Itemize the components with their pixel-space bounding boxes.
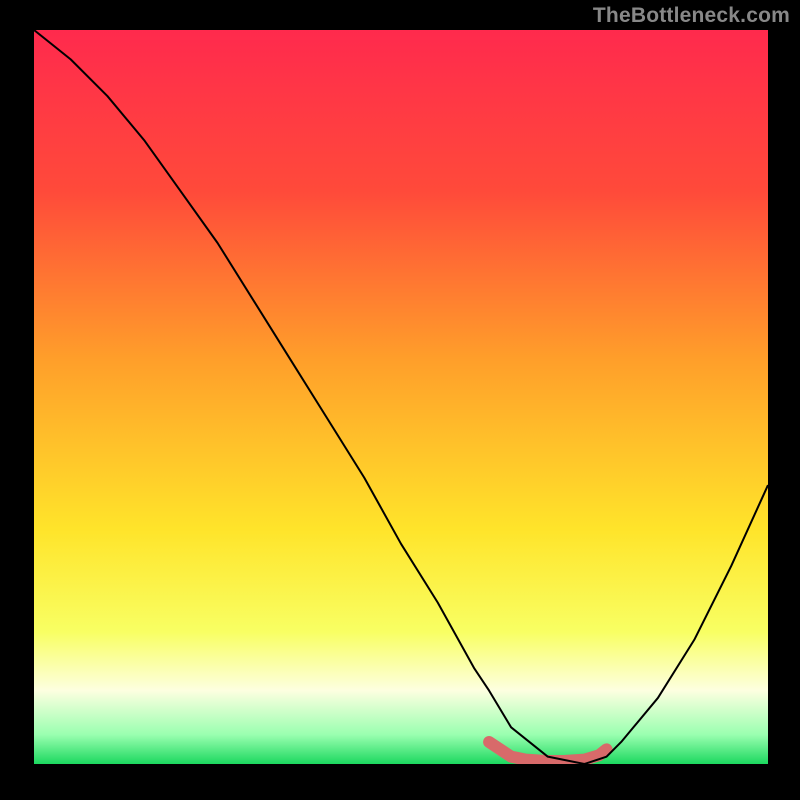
chart-frame: TheBottleneck.com (0, 0, 800, 800)
plot-area (34, 30, 768, 764)
chart-svg (34, 30, 768, 764)
watermark-text: TheBottleneck.com (593, 4, 790, 28)
